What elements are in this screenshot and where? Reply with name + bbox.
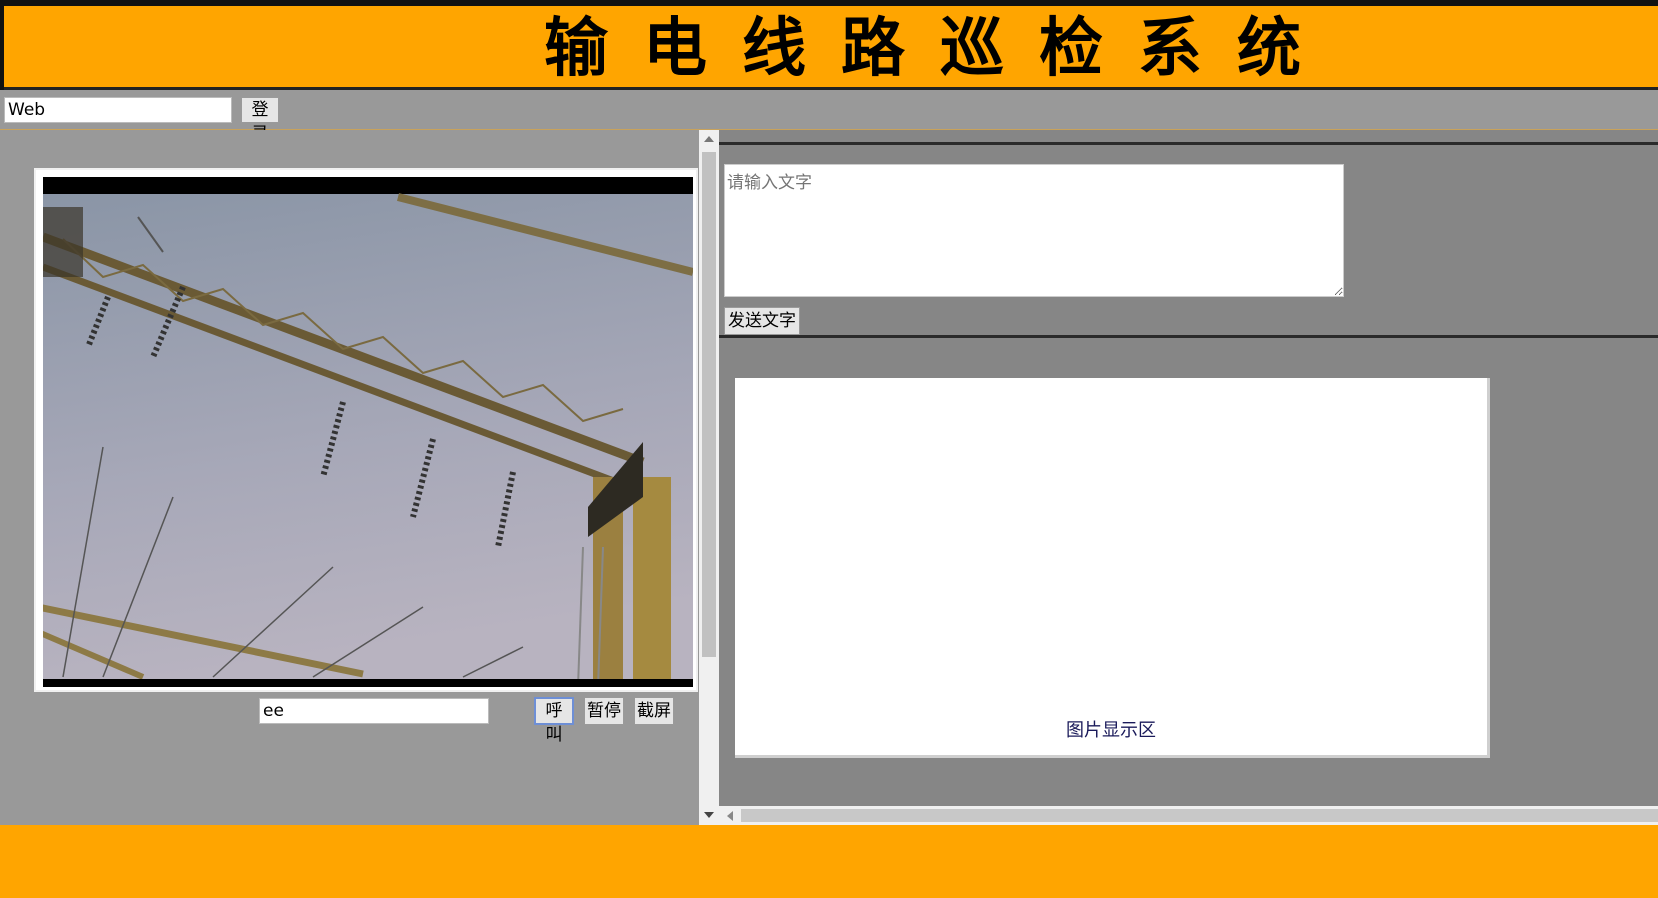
scroll-thumb[interactable] bbox=[702, 152, 716, 657]
app-header: 输电线路巡检系统 bbox=[0, 6, 1658, 90]
pause-button[interactable]: 暂停 bbox=[584, 697, 624, 725]
page-title: 输电线路巡检系统 bbox=[544, 12, 1336, 86]
scroll-up-icon[interactable] bbox=[704, 136, 714, 142]
image-area-caption: 图片显示区 bbox=[1066, 720, 1156, 741]
video-stream bbox=[43, 177, 693, 687]
video-frame bbox=[34, 168, 698, 692]
message-panel: 发送文字 图片显示区 bbox=[719, 130, 1658, 806]
footer-bar bbox=[0, 825, 1658, 898]
send-text-button[interactable]: 发送文字 bbox=[724, 307, 800, 335]
divider bbox=[719, 142, 1658, 145]
login-bar: 登录 bbox=[0, 93, 1658, 144]
video-panel: 呼叫 暂停 截屏 bbox=[0, 130, 699, 825]
message-textarea[interactable] bbox=[724, 164, 1344, 297]
screenshot-button[interactable]: 截屏 bbox=[634, 697, 674, 725]
vertical-scrollbar[interactable] bbox=[699, 130, 719, 825]
header-banner: 输电线路巡检系统 bbox=[4, 6, 1658, 90]
scroll-thumb[interactable] bbox=[741, 809, 1658, 822]
video-frame-image bbox=[43, 177, 693, 687]
horizontal-scrollbar[interactable] bbox=[719, 806, 1658, 825]
call-target-input[interactable] bbox=[259, 698, 489, 724]
scroll-left-icon[interactable] bbox=[727, 811, 733, 821]
login-button[interactable]: 登录 bbox=[241, 97, 279, 144]
call-button[interactable]: 呼叫 bbox=[534, 697, 574, 745]
divider bbox=[719, 335, 1658, 338]
server-url-input[interactable] bbox=[4, 97, 232, 123]
image-display-area: 图片显示区 bbox=[735, 378, 1490, 758]
scroll-down-icon[interactable] bbox=[704, 812, 714, 818]
